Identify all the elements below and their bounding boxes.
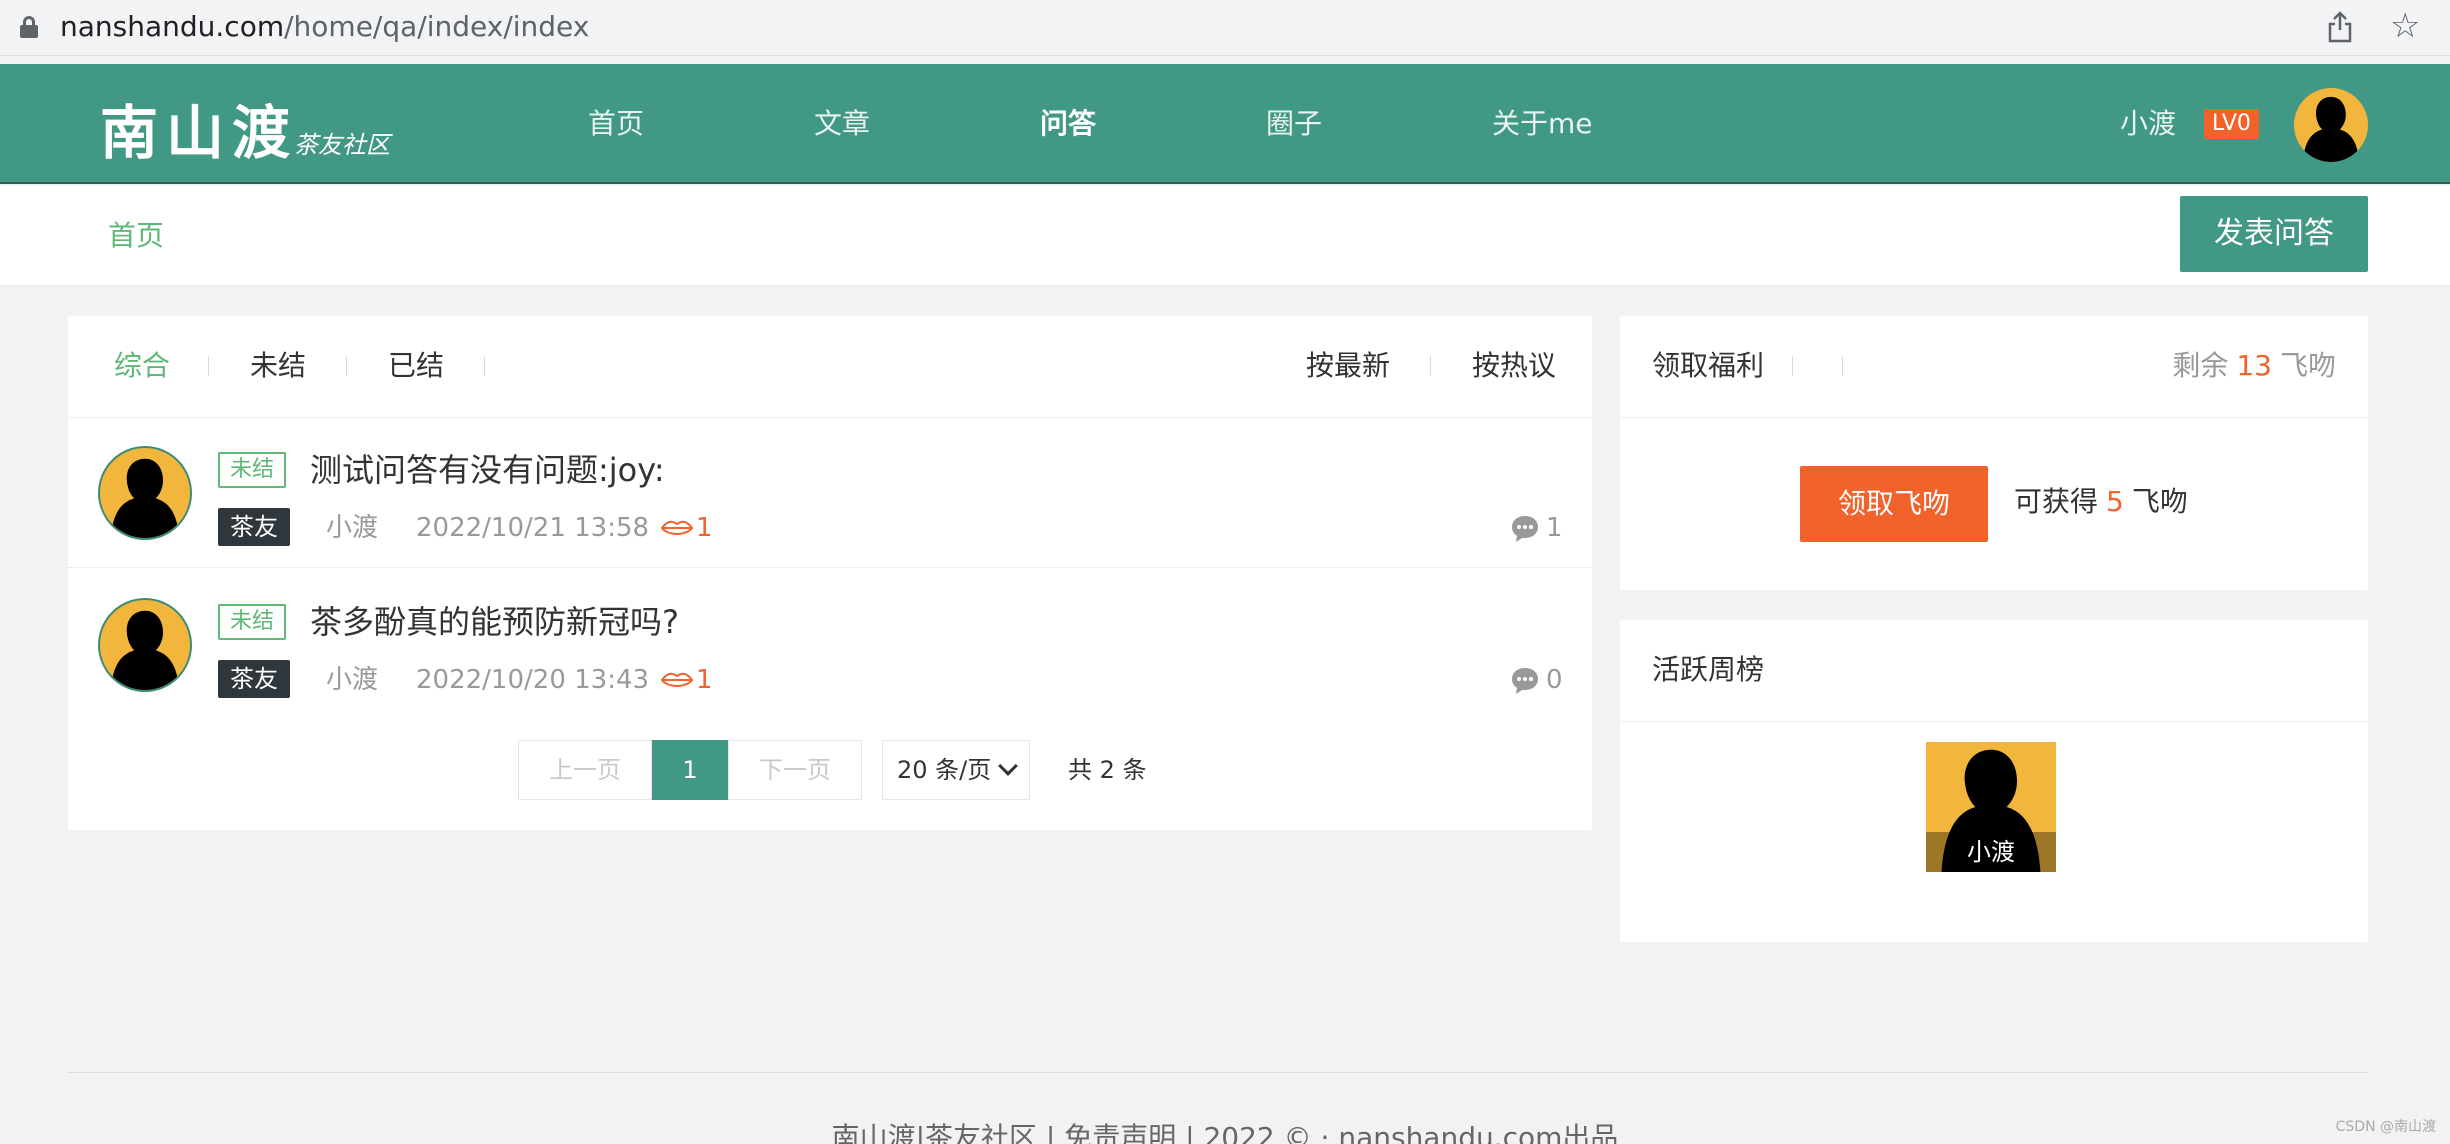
total-count: 共 2 条 xyxy=(1068,756,1147,784)
nav-about[interactable]: 关于me xyxy=(1492,64,1593,184)
question-title[interactable]: 茶多酚真的能预防新冠吗? xyxy=(310,600,679,644)
user-level-badge: LV0 xyxy=(2204,109,2259,139)
next-page-button[interactable]: 下一页 xyxy=(728,740,862,800)
reply-count: 0 xyxy=(1546,665,1563,695)
nav-articles[interactable]: 文章 xyxy=(814,64,870,184)
logo-main-text: 南山渡 xyxy=(100,99,299,167)
site-footer: 南山渡|茶友社区 | 免责声明 | 2022 © · nanshandu.com… xyxy=(831,1121,1619,1144)
avatar-silhouette-icon xyxy=(2302,96,2360,162)
kiss-count: 1 xyxy=(696,513,713,543)
header-avatar[interactable] xyxy=(2294,88,2368,162)
kiss-count: 1 xyxy=(696,665,713,695)
tab-divider xyxy=(1842,356,1843,376)
remaining-kisses: 剩余 13 飞吻 xyxy=(2172,348,2336,384)
question-list-panel: 综合 未结 已结 按最新 按热议 未结 测试问答有没有问题:joy: 茶友 小渡… xyxy=(68,316,1592,830)
logo-sub-text: 茶友社区 xyxy=(294,131,391,159)
tab-divider xyxy=(1792,356,1793,376)
lock-icon[interactable] xyxy=(20,16,38,38)
site-logo[interactable]: 南山渡茶友社区 xyxy=(100,86,390,170)
avatar-silhouette-icon xyxy=(110,610,180,690)
remaining-label: 剩余 xyxy=(2172,349,2229,382)
welfare-panel: 领取福利 剩余 13 飞吻 领取飞吻 可获得 5 飞吻 xyxy=(1620,316,2368,590)
kiss-lips-icon xyxy=(660,520,694,535)
filter-tab-bar: 综合 未结 已结 按最新 按热议 xyxy=(68,316,1592,418)
weekly-header: 活跃周榜 xyxy=(1620,620,2368,722)
tab-all[interactable]: 综合 xyxy=(114,348,170,384)
tab-divider xyxy=(346,356,347,376)
gain-unit: 飞吻 xyxy=(2131,485,2188,518)
page-size-value: 20 条/页 xyxy=(897,756,992,784)
tab-divider xyxy=(208,356,209,376)
gain-count: 5 xyxy=(2106,485,2124,518)
question-title[interactable]: 测试问答有没有问题:joy: xyxy=(310,448,665,492)
status-badge: 未结 xyxy=(218,452,287,488)
share-icon[interactable] xyxy=(2326,10,2354,44)
post-time: 2022/10/20 13:43 xyxy=(416,665,650,695)
author-avatar[interactable] xyxy=(98,598,192,692)
watermark: CSDN @南山渡 xyxy=(2335,1119,2436,1135)
author-name[interactable]: 小渡 xyxy=(326,512,378,544)
tab-solved[interactable]: 已结 xyxy=(388,348,444,384)
ranked-user-name: 小渡 xyxy=(1926,832,2056,872)
category-badge: 茶友 xyxy=(218,660,290,698)
page-button-current[interactable]: 1 xyxy=(652,740,728,800)
page-size-select[interactable]: 20 条/页 xyxy=(882,740,1030,800)
gain-text: 可获得 5 飞吻 xyxy=(2014,484,2188,520)
tab-divider xyxy=(1430,356,1431,376)
url-field[interactable]: nanshandu.com/home/qa/index/index xyxy=(60,10,589,44)
post-question-button[interactable]: 发表问答 xyxy=(2180,196,2368,272)
remaining-unit: 飞吻 xyxy=(2279,349,2336,382)
reply-count: 1 xyxy=(1546,513,1563,543)
breadcrumb-home[interactable]: 首页 xyxy=(108,218,164,254)
nav-qa[interactable]: 问答 xyxy=(1040,64,1096,184)
site-header: 南山渡茶友社区 首页 文章 问答 圈子 关于me 小渡 LV0 xyxy=(0,64,2450,184)
question-row: 未结 测试问答有没有问题:joy: 茶友 小渡 2022/10/21 13:58… xyxy=(68,418,1592,568)
comment-icon xyxy=(1512,516,1538,542)
remaining-count: 13 xyxy=(2236,349,2272,382)
url-path: /home/qa/index/index xyxy=(284,10,590,43)
author-name[interactable]: 小渡 xyxy=(326,664,378,696)
welfare-title: 领取福利 xyxy=(1652,349,1765,382)
weekly-title: 活跃周榜 xyxy=(1652,653,1765,686)
bookmark-star-icon[interactable]: ☆ xyxy=(2390,8,2420,44)
browser-address-bar: nanshandu.com/home/qa/index/index ☆ xyxy=(0,0,2450,56)
welfare-header: 领取福利 剩余 13 飞吻 xyxy=(1620,316,2368,418)
status-badge: 未结 xyxy=(218,604,287,640)
ranked-user-avatar[interactable]: 小渡 xyxy=(1926,742,2056,872)
comment-icon xyxy=(1512,668,1538,694)
weekly-ranking-panel: 活跃周榜 小渡 xyxy=(1620,620,2368,942)
sub-navigation-bar: 首页 发表问答 xyxy=(0,186,2450,286)
post-time: 2022/10/21 13:58 xyxy=(416,513,650,543)
header-user-name[interactable]: 小渡 xyxy=(2120,104,2176,144)
chevron-down-icon xyxy=(998,756,1018,776)
url-host: nanshandu.com xyxy=(60,10,285,43)
kiss-lips-icon xyxy=(660,672,694,687)
prev-page-button[interactable]: 上一页 xyxy=(518,740,652,800)
claim-kisses-button[interactable]: 领取飞吻 xyxy=(1800,466,1988,542)
author-avatar[interactable] xyxy=(98,446,192,540)
nav-home[interactable]: 首页 xyxy=(588,64,644,184)
category-badge: 茶友 xyxy=(218,508,290,546)
question-row: 未结 茶多酚真的能预防新冠吗? 茶友 小渡 2022/10/20 13:43 1… xyxy=(68,570,1592,720)
nav-circles[interactable]: 圈子 xyxy=(1266,64,1322,184)
sort-newest[interactable]: 按最新 xyxy=(1306,348,1390,384)
sort-hottest[interactable]: 按热议 xyxy=(1472,348,1556,384)
tab-divider xyxy=(484,356,485,376)
tab-unsolved[interactable]: 未结 xyxy=(250,348,306,384)
gain-label: 可获得 xyxy=(2014,485,2099,518)
footer-divider xyxy=(68,1072,2368,1073)
avatar-silhouette-icon xyxy=(110,458,180,538)
